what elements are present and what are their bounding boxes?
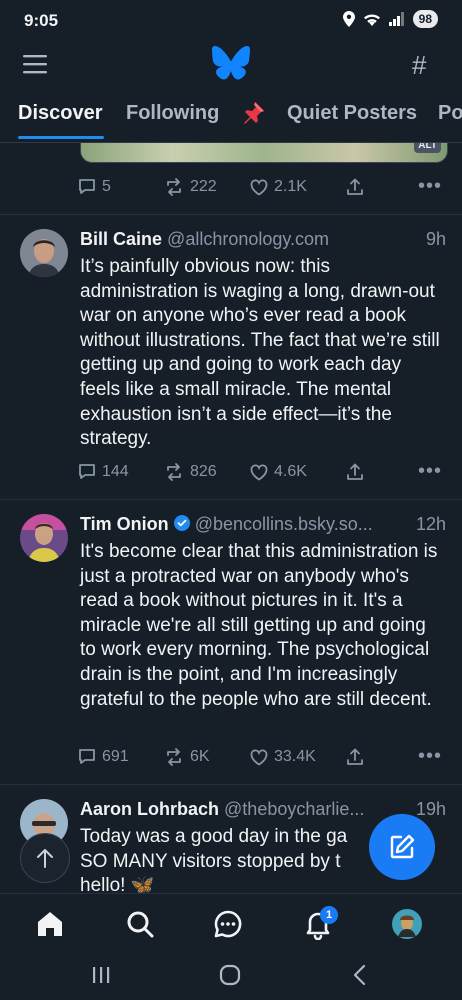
post-item[interactable]: Tim Onion @bencollins.bsky.so... 12h It'… <box>0 499 462 784</box>
author-name[interactable]: Bill Caine <box>80 229 162 249</box>
home-icon[interactable] <box>34 908 66 940</box>
share-icon <box>347 748 363 765</box>
bottom-nav <box>0 893 462 954</box>
like-count: 2.1K <box>274 178 307 195</box>
reply-count: 144 <box>102 463 129 480</box>
status-bar: 9:05 98 <box>0 0 462 40</box>
share-icon <box>347 463 363 480</box>
author-handle[interactable]: @bencollins.bsky.so... <box>195 514 373 534</box>
pin-icon <box>244 102 264 124</box>
app-header: # <box>0 40 462 90</box>
more-options-icon[interactable]: ••• <box>418 461 442 481</box>
comment-icon <box>79 464 95 479</box>
avatar-image <box>20 229 68 277</box>
scroll-to-top-button[interactable] <box>20 833 70 883</box>
repost-button[interactable]: 6K <box>164 748 210 766</box>
post-time[interactable]: 19h <box>416 799 446 820</box>
comment-icon <box>79 749 95 764</box>
repost-count: 6K <box>190 748 210 765</box>
post-item[interactable]: Bill Caine @allchronology.com 9h It’s pa… <box>0 214 462 499</box>
like-count: 33.4K <box>274 748 316 765</box>
tab-following[interactable]: Following <box>126 102 219 125</box>
avatar[interactable] <box>20 514 68 562</box>
post-actions: 691 6K 33.4K ••• <box>78 746 448 772</box>
system-nav-bar <box>0 953 462 1000</box>
post-time[interactable]: 9h <box>426 229 446 250</box>
comment-icon <box>79 179 95 194</box>
compose-button[interactable] <box>369 814 435 880</box>
like-button[interactable]: 2.1K <box>250 178 307 196</box>
chat-icon[interactable] <box>212 908 244 940</box>
share-button[interactable] <box>346 463 364 481</box>
notification-badge: 1 <box>320 906 338 924</box>
tab-quiet-posters[interactable]: Quiet Posters <box>287 102 417 125</box>
heart-icon <box>250 178 268 196</box>
avatar-image <box>20 514 68 562</box>
profile-avatar-icon[interactable] <box>391 908 423 940</box>
post-text: It’s painfully obvious now: this adminis… <box>80 256 440 450</box>
author-handle[interactable]: @theboycharlie... <box>224 799 364 819</box>
heart-icon <box>250 748 268 766</box>
repost-icon <box>167 178 181 196</box>
author-name[interactable]: Tim Onion <box>80 514 169 534</box>
post-actions: 144 826 4.6K ••• <box>78 461 448 487</box>
more-options-icon[interactable]: ••• <box>418 746 442 766</box>
author-name[interactable]: Aaron Lohrbach <box>80 799 219 819</box>
repost-icon <box>167 463 181 481</box>
verified-badge-icon <box>173 515 190 531</box>
status-icons: 98 <box>342 10 438 28</box>
reply-count: 691 <box>102 748 129 765</box>
compose-icon <box>390 834 415 859</box>
avatar[interactable] <box>20 229 68 277</box>
repost-button[interactable]: 222 <box>164 178 217 196</box>
reply-button[interactable]: 144 <box>78 463 129 481</box>
reply-count: 5 <box>102 178 111 195</box>
share-icon <box>347 178 363 195</box>
hashtag-icon[interactable]: # <box>412 50 426 81</box>
alt-badge[interactable]: ALT <box>414 143 441 153</box>
like-button[interactable]: 4.6K <box>250 463 307 481</box>
post-time[interactable]: 12h <box>416 514 446 535</box>
back-icon[interactable] <box>352 964 368 986</box>
battery-indicator: 98 <box>412 10 438 28</box>
feed[interactable]: ALT 5 222 2.1K ••• Bill Caine @allchrono… <box>0 143 462 893</box>
tab-pinned[interactable] <box>240 100 266 132</box>
repost-count: 222 <box>190 178 217 195</box>
share-button[interactable] <box>346 748 364 766</box>
like-button[interactable]: 33.4K <box>250 748 316 766</box>
recent-apps-icon[interactable] <box>90 965 112 985</box>
post-header: Bill Caine @allchronology.com 9h <box>80 229 446 250</box>
author-handle[interactable]: @allchronology.com <box>167 229 329 249</box>
post-actions: 5 222 2.1K ••• <box>78 176 448 202</box>
hamburger-icon[interactable] <box>22 52 48 76</box>
share-button[interactable] <box>346 178 364 196</box>
reply-button[interactable]: 5 <box>78 178 111 196</box>
wifi-icon <box>363 14 380 26</box>
tab-discover[interactable]: Discover <box>18 102 103 125</box>
post-text: It's become clear that this administrati… <box>80 541 438 710</box>
search-icon[interactable] <box>124 908 156 940</box>
post-image[interactable]: ALT <box>80 143 448 163</box>
active-tab-indicator <box>18 136 104 139</box>
heart-icon <box>250 463 268 481</box>
location-icon <box>342 11 355 27</box>
post-header: Tim Onion @bencollins.bsky.so... 12h <box>80 514 446 535</box>
home-system-icon[interactable] <box>219 964 241 986</box>
repost-icon <box>167 748 181 766</box>
more-options-icon[interactable]: ••• <box>418 176 442 196</box>
signal-icon <box>388 12 404 26</box>
like-count: 4.6K <box>274 463 307 480</box>
reply-button[interactable]: 691 <box>78 748 129 766</box>
tab-partial[interactable]: Po <box>438 102 462 125</box>
arrow-up-icon <box>37 849 53 868</box>
feed-tabs: Discover Following Quiet Posters Po <box>0 96 462 143</box>
repost-button[interactable]: 826 <box>164 463 217 481</box>
butterfly-logo-icon[interactable] <box>212 45 250 81</box>
status-time: 9:05 <box>24 11 59 30</box>
repost-count: 826 <box>190 463 217 480</box>
